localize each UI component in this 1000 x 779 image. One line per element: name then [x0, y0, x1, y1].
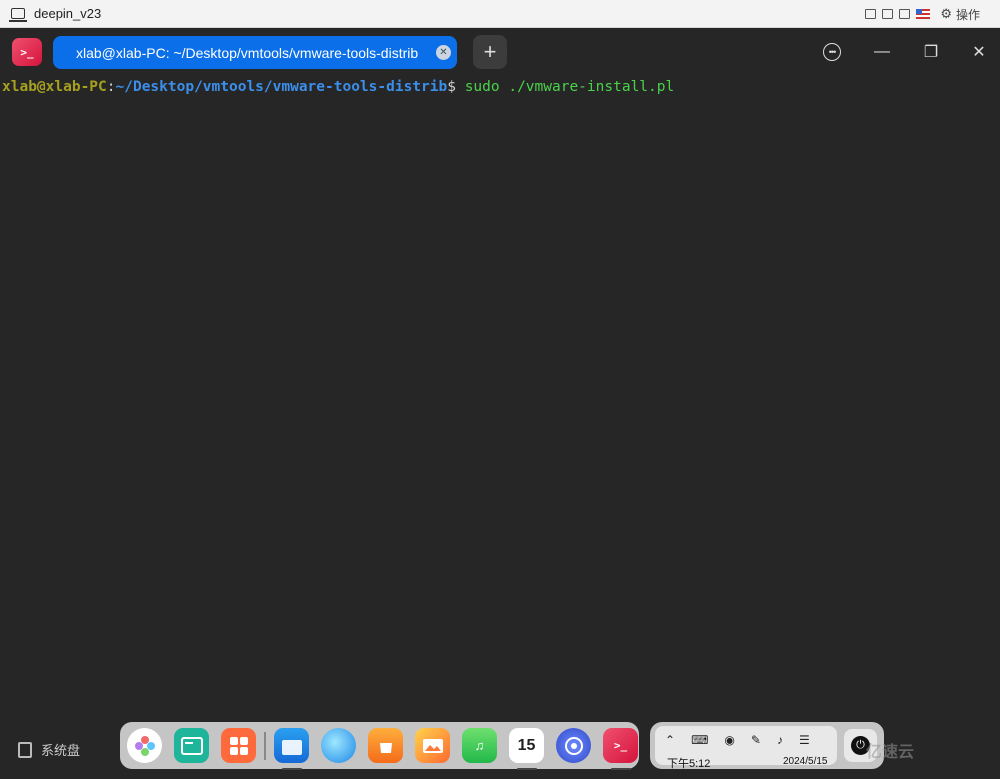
prompt-colon: :: [106, 79, 116, 95]
prompt-dollar: $: [447, 79, 456, 95]
prompt-path: ~/Desktop/vmtools/vmware-tools-distrib: [115, 79, 448, 95]
music-icon[interactable]: ♫: [462, 728, 497, 763]
prompt-user-host: xlab@xlab-PC: [2, 79, 107, 95]
dock: ♫ 15 >_: [120, 722, 639, 770]
bell-icon[interactable]: ♪: [777, 733, 783, 747]
file-manager-icon[interactable]: [274, 728, 309, 770]
keyboard-icon[interactable]: ⌨: [691, 733, 708, 747]
desktop-system-disk[interactable]: 系统盘: [18, 740, 80, 759]
deepin-store-icon[interactable]: [368, 728, 403, 763]
pen-icon[interactable]: ✎: [751, 733, 761, 747]
gear-icon[interactable]: ⚙: [940, 6, 952, 22]
clock-date[interactable]: 2024/5/15: [783, 756, 828, 767]
menu-button[interactable]: •••: [818, 38, 846, 66]
tab-close-icon[interactable]: ✕: [436, 45, 451, 60]
disk-icon: [18, 741, 32, 758]
color-picker-icon[interactable]: ◉: [724, 733, 734, 747]
tray-icons: ⌃ ⌨ ◉ ✎ ♪ ☰: [665, 733, 810, 747]
vm-action-menu[interactable]: 操作: [956, 6, 980, 23]
typed-command: sudo ./vmware-install.pl: [455, 79, 675, 95]
control-center-icon[interactable]: [556, 728, 591, 763]
app-store-icon[interactable]: [221, 728, 256, 763]
minimize-button[interactable]: —: [868, 38, 896, 66]
tab-title: xlab@xlab-PC: ~/Desktop/vmtools/vmware-t…: [76, 44, 419, 61]
us-flag-icon[interactable]: [916, 9, 931, 19]
terminal-titlebar: >_ xlab@xlab-PC: ~/Desktop/vmtools/vmwar…: [0, 28, 1000, 76]
close-button[interactable]: ✕: [965, 38, 993, 66]
terminal-app-icon: >_: [12, 38, 42, 66]
vm-title-bar: deepin_v23 ⚙ 操作: [0, 0, 1000, 28]
clock-time[interactable]: 下午5:12: [667, 755, 710, 771]
vm-scale-icon[interactable]: [882, 9, 894, 19]
calendar-icon[interactable]: 15: [509, 728, 544, 770]
system-disk-label: 系统盘: [41, 743, 81, 758]
terminal-tab-active[interactable]: xlab@xlab-PC: ~/Desktop/vmtools/vmware-t…: [53, 36, 457, 69]
terminal-output[interactable]: xlab@xlab-PC:~/Desktop/vmtools/vmware-to…: [0, 76, 1000, 716]
image-viewer-icon[interactable]: [415, 728, 450, 763]
system-tray: ⌃ ⌨ ◉ ✎ ♪ ☰ 下午5:12 2024/5/15 ⏻: [650, 722, 884, 770]
more-icon: •••: [823, 43, 841, 61]
vm-title: deepin_v23: [34, 6, 102, 21]
maximize-button[interactable]: ❐: [917, 38, 945, 66]
new-tab-button[interactable]: +: [473, 35, 507, 69]
terminal-dock-icon[interactable]: >_: [603, 728, 638, 770]
toggle-icon[interactable]: ☰: [799, 733, 810, 747]
vm-fullscreen-icon[interactable]: [899, 9, 911, 19]
watermark: 亿速云: [866, 744, 915, 761]
vm-toolbar: ⚙ 操作: [865, 0, 980, 28]
dock-separator: [264, 731, 266, 760]
tray-panel: ⌃ ⌨ ◉ ✎ ♪ ☰ 下午5:12 2024/5/15: [655, 726, 837, 770]
vm-monitor-icon: [9, 8, 27, 22]
vm-fit-icon[interactable]: [865, 9, 877, 19]
browser-icon[interactable]: [321, 728, 356, 763]
chevron-up-icon[interactable]: ⌃: [665, 733, 675, 747]
launcher-icon[interactable]: [127, 728, 162, 763]
multitasking-icon[interactable]: [174, 728, 209, 763]
